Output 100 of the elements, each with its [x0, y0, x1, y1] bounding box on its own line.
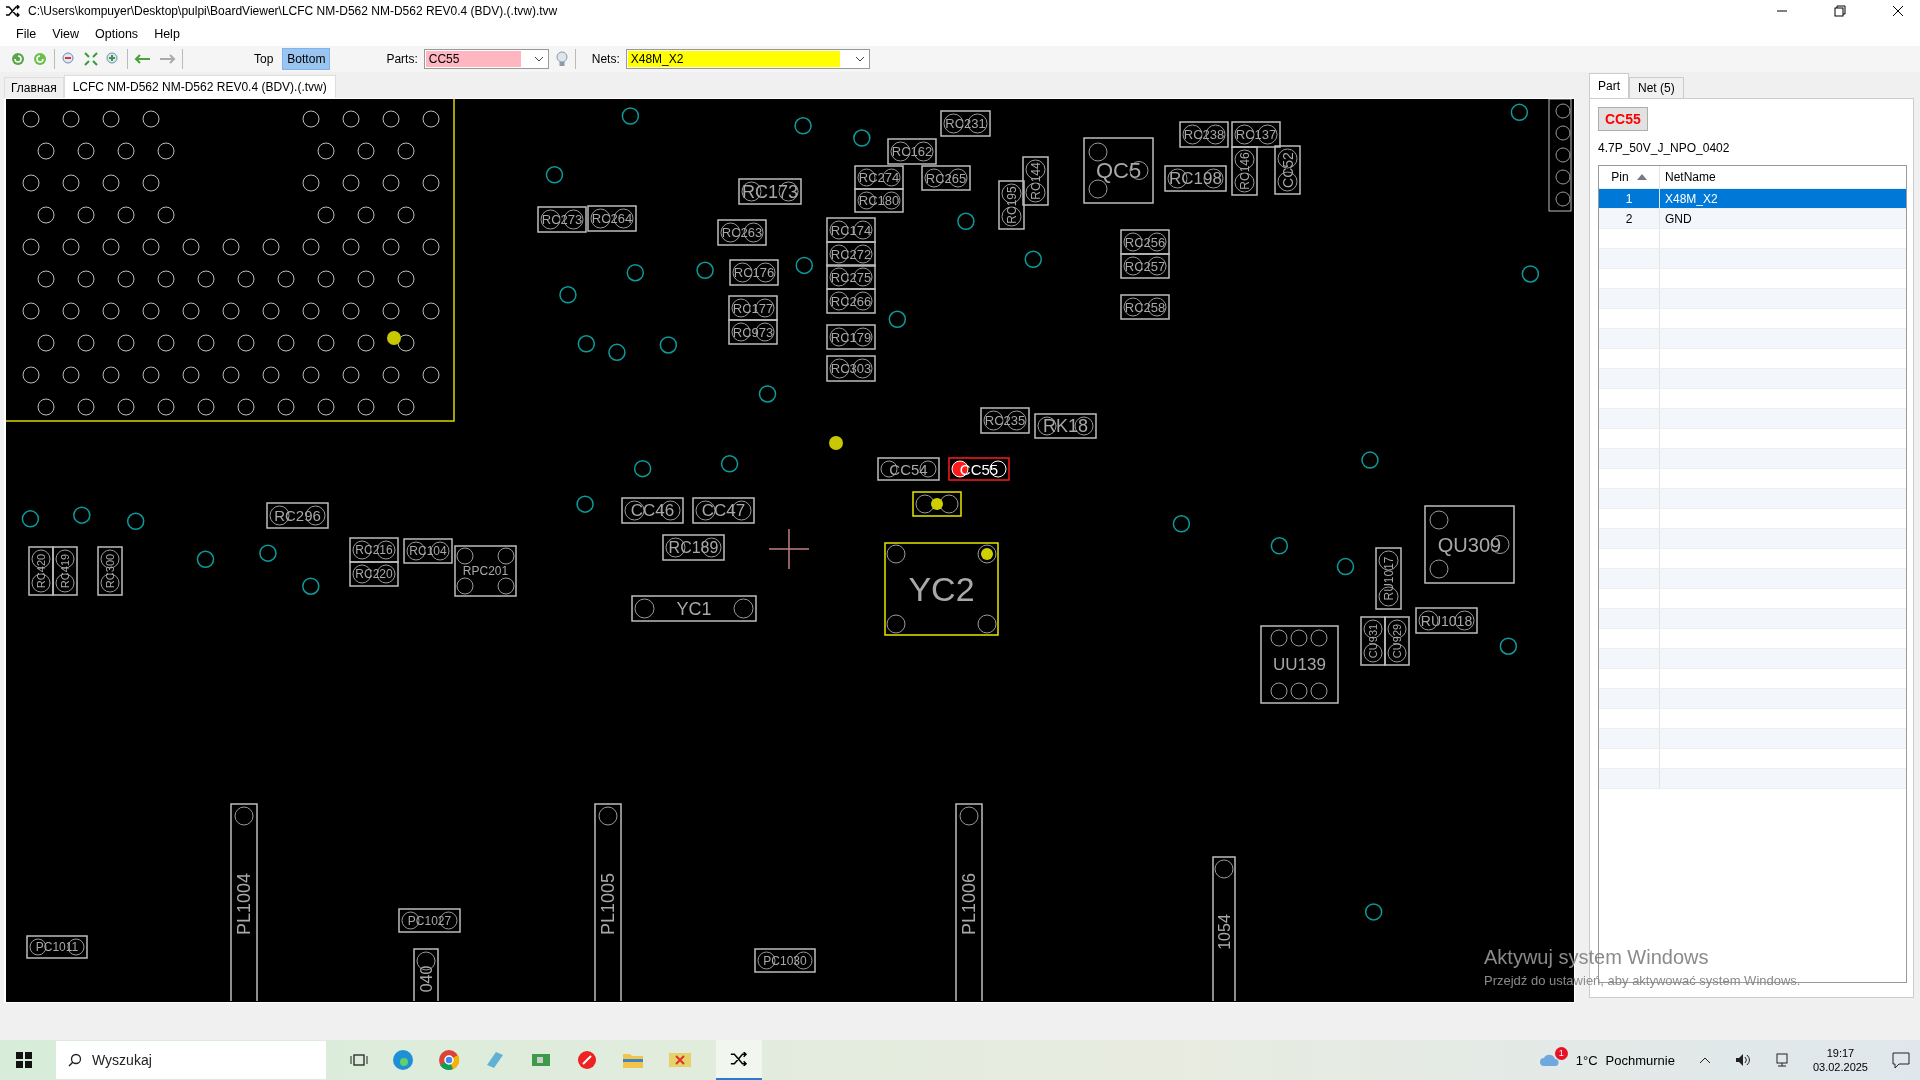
caret-up-icon[interactable]: [1698, 1056, 1711, 1064]
component-footprint[interactable]: RC174: [826, 217, 876, 243]
component-footprint[interactable]: RC189: [662, 534, 725, 561]
document-tab[interactable]: Главная: [4, 77, 64, 98]
reload-icon[interactable]: [10, 51, 26, 67]
component-footprint[interactable]: CU929: [1384, 616, 1410, 666]
network-icon[interactable]: [1774, 1053, 1789, 1067]
component-footprint[interactable]: RC420: [28, 546, 54, 596]
menu-item[interactable]: Options: [87, 27, 147, 41]
via-icon: [302, 577, 320, 595]
component-footprint[interactable]: RC231: [940, 110, 991, 137]
component-footprint[interactable]: RC220: [349, 561, 399, 587]
parts-dropdown[interactable]: CC55: [423, 49, 549, 69]
component-footprint[interactable]: RC303: [826, 355, 876, 382]
component-footprint[interactable]: RC257: [1120, 253, 1170, 279]
component-footprint[interactable]: RC137: [1231, 121, 1281, 148]
refresh-icon[interactable]: [32, 51, 48, 67]
close-icon[interactable]: [1892, 5, 1904, 17]
component-footprint[interactable]: RC162: [887, 138, 937, 165]
clock-time[interactable]: 19:17: [1826, 1047, 1855, 1059]
component-footprint[interactable]: RC266: [826, 288, 876, 314]
zoom-out-icon[interactable]: [61, 51, 77, 67]
component-footprint[interactable]: RC195: [998, 180, 1025, 230]
component-footprint[interactable]: RC173: [738, 178, 802, 205]
side-toggle[interactable]: Bottom: [282, 48, 331, 70]
component-footprint[interactable]: PC1011: [26, 935, 88, 959]
table-row[interactable]: 2 GND: [1599, 209, 1906, 229]
component-footprint[interactable]: RC973: [728, 319, 778, 345]
component-footprint[interactable]: UU139: [1260, 625, 1339, 704]
component-footprint[interactable]: RC419: [52, 546, 78, 596]
component-footprint[interactable]: YC2: [884, 542, 999, 636]
component-footprint[interactable]: CC46: [621, 497, 684, 524]
panel-tab[interactable]: Net (5): [1629, 77, 1684, 98]
component-footprint[interactable]: RC146: [1231, 146, 1258, 196]
component-footprint[interactable]: RC180: [854, 188, 904, 213]
component-footprint[interactable]: 1054: [1212, 856, 1236, 1001]
taskbar-active-app[interactable]: [716, 1040, 762, 1080]
component-footprint[interactable]: RC144: [1022, 156, 1049, 206]
column-header[interactable]: Pin: [1599, 166, 1660, 188]
component-footprint[interactable]: RC300: [97, 546, 123, 596]
component-footprint[interactable]: RC198: [1164, 165, 1227, 192]
component-footprint[interactable]: RC264: [587, 205, 637, 232]
taskbar-search-field[interactable]: Wyszukaj: [56, 1041, 326, 1079]
component-footprint[interactable]: RPC201: [454, 545, 517, 597]
component-footprint[interactable]: RC238: [1179, 121, 1229, 148]
component-footprint[interactable]: YC1: [631, 595, 757, 622]
edge-browser-icon[interactable]: [392, 1049, 414, 1071]
panel-tab[interactable]: Part: [1589, 73, 1629, 98]
app-icon[interactable]: [484, 1049, 506, 1071]
task-view-icon[interactable]: [350, 1052, 368, 1068]
menu-item[interactable]: Help: [146, 27, 188, 41]
component-footprint[interactable]: PC1027: [398, 908, 461, 933]
component-footprint[interactable]: RK18: [1034, 413, 1097, 439]
clock-date[interactable]: 03.02.2025: [1812, 1061, 1868, 1073]
menu-item[interactable]: View: [44, 27, 88, 41]
component-footprint[interactable]: RC177: [728, 295, 778, 321]
nets-dropdown[interactable]: X48M_X2: [625, 49, 870, 69]
component-footprint[interactable]: RC256: [1120, 229, 1170, 255]
component-footprint[interactable]: PL1004: [230, 803, 258, 1001]
component-footprint[interactable]: RC274: [854, 165, 904, 190]
side-toggle[interactable]: Top: [249, 48, 279, 70]
component-footprint[interactable]: PL1006: [955, 803, 983, 1001]
component-footprint[interactable]: RC104: [403, 538, 453, 564]
component-footprint[interactable]: RC272: [826, 241, 876, 267]
via-icon: [545, 166, 564, 184]
component-footprint[interactable]: 040: [413, 948, 439, 1001]
component-footprint[interactable]: RU1018: [1415, 607, 1478, 634]
component-footprint[interactable]: PC1030: [754, 948, 816, 973]
lightbulb-icon[interactable]: [554, 50, 569, 68]
app-icon[interactable]: [576, 1049, 598, 1071]
chrome-browser-icon[interactable]: [438, 1049, 460, 1071]
notifications-icon[interactable]: [1892, 1051, 1910, 1069]
restore-icon[interactable]: [1834, 5, 1846, 17]
component-footprint[interactable]: RC273: [537, 206, 587, 233]
menu-item[interactable]: File: [8, 27, 45, 41]
component-footprint[interactable]: [912, 491, 962, 517]
component-footprint[interactable]: CC52: [1274, 145, 1301, 195]
component-footprint[interactable]: RC235: [980, 407, 1030, 434]
column-header[interactable]: NetName: [1660, 170, 1906, 184]
component-footprint[interactable]: QU309: [1424, 505, 1515, 584]
document-tab[interactable]: LCFC NM-D562 NM-D562 REV0.4 (BDV).(.tvw): [63, 75, 336, 98]
component-footprint[interactable]: RC176: [729, 259, 779, 286]
component-footprint[interactable]: CC54: [877, 457, 940, 481]
component-footprint[interactable]: RC265: [921, 165, 971, 191]
table-row[interactable]: 1 X48M_X2: [1599, 189, 1906, 209]
component-footprint[interactable]: RC216: [349, 537, 399, 563]
component-footprint[interactable]: RC263: [717, 219, 767, 246]
component-footprint[interactable]: PL1005: [594, 803, 622, 1001]
fit-icon[interactable]: [83, 51, 99, 67]
component-footprint[interactable]: RC296: [266, 502, 329, 529]
zoom-in-icon[interactable]: [105, 51, 121, 67]
component-footprint[interactable]: CC47: [692, 497, 755, 524]
component-footprint[interactable]: RC179: [826, 324, 876, 350]
component-footprint[interactable]: QC5: [1083, 137, 1154, 204]
component-footprint[interactable]: RC275: [826, 264, 876, 290]
component-footprint[interactable]: RU1017: [1375, 547, 1402, 610]
component-footprint[interactable]: RC258: [1120, 294, 1170, 320]
speaker-icon[interactable]: [1734, 1053, 1751, 1067]
component-footprint[interactable]: CU931: [1360, 616, 1386, 666]
windows-start-icon[interactable]: [16, 1052, 32, 1068]
